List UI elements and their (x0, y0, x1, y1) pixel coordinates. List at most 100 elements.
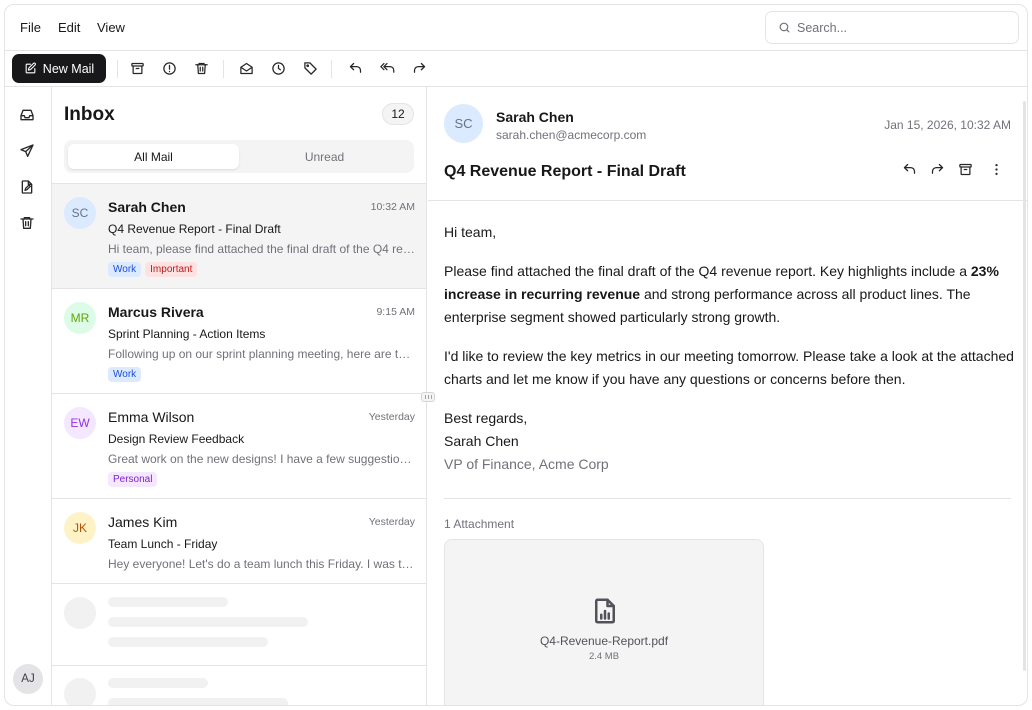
inbox-icon (20, 109, 34, 121)
forward-icon (413, 62, 425, 73)
scrollbar[interactable] (1023, 101, 1026, 671)
reading-pane: SC Sarah Chen sarah.chen@acmecorp.com Ja… (428, 87, 1027, 705)
tag-important: Important (145, 262, 198, 277)
nav-sent-button[interactable] (19, 143, 37, 161)
search-icon (778, 21, 791, 34)
tab-unread[interactable]: Unread (239, 144, 410, 169)
message-body: Hi team, Please find attached the final … (444, 221, 1014, 476)
file-chart-icon (590, 596, 620, 626)
message-subject: Q4 Revenue Report - Final Draft (108, 222, 281, 236)
tag-work: Work (108, 367, 142, 382)
filter-tabs: All Mail Unread (64, 140, 414, 173)
page-title: Inbox (64, 104, 115, 125)
skeleton-line (108, 698, 288, 705)
attachment-name: Q4-Revenue-Report.pdf (539, 634, 669, 648)
message-row[interactable]: SC Sarah Chen 10:32 AM Q4 Revenue Report… (52, 183, 426, 288)
message-preview: Great work on the new designs! I have a … (108, 452, 415, 466)
new-mail-label: New Mail (42, 61, 95, 76)
skeleton-line (108, 637, 268, 647)
message-preview: Hi team, please find attached the final … (108, 242, 415, 256)
clock-icon (271, 61, 285, 75)
more-vertical-icon (995, 164, 998, 175)
sender-name: Marcus Rivera (108, 304, 204, 320)
archive-icon (130, 62, 144, 74)
mail-open-icon (239, 62, 253, 74)
message-time: 10:32 AM (370, 201, 415, 213)
trash-icon (194, 62, 208, 74)
unread-count-badge: 12 (382, 103, 414, 125)
message-row[interactable]: MR Marcus Rivera 9:15 AM Sprint Planning… (52, 288, 426, 393)
nav-trash-button[interactable] (19, 215, 37, 233)
message-subject: Q4 Revenue Report - Final Draft (444, 163, 686, 180)
skeleton-avatar (64, 678, 96, 705)
search-box[interactable] (765, 11, 1019, 44)
toolbar-divider (117, 60, 118, 78)
archive-button[interactable] (127, 58, 147, 78)
loading-row (52, 583, 426, 663)
paragraph: Please find attached the final draft of … (444, 263, 999, 325)
avatar: MR (64, 302, 96, 334)
message-row[interactable]: EW Emma Wilson Yesterday Design Review F… (52, 393, 426, 498)
toolbar-divider (223, 60, 224, 78)
search-input[interactable] (797, 20, 997, 35)
nav-inbox-button[interactable] (19, 107, 37, 125)
avatar: SC (444, 104, 483, 143)
message-time: Yesterday (368, 516, 415, 528)
delete-button[interactable] (191, 58, 211, 78)
avatar: SC (64, 197, 96, 229)
nav-rail: AJ (5, 87, 52, 705)
reply-button[interactable] (902, 162, 920, 180)
alert-icon (162, 61, 176, 75)
menu-bar: File Edit View (5, 5, 1027, 51)
toolbar: New Mail (5, 51, 1027, 87)
signature: Best regards, Sarah Chen VP of Finance, … (444, 410, 609, 472)
menu-edit[interactable]: Edit (58, 20, 80, 35)
archive-icon (959, 163, 972, 176)
trash-icon (20, 217, 34, 229)
forward-button[interactable] (409, 58, 429, 78)
menu-file[interactable]: File (20, 20, 41, 35)
user-avatar[interactable]: AJ (13, 664, 43, 694)
message-time: Yesterday (368, 411, 415, 423)
reply-all-button[interactable] (377, 58, 397, 78)
new-mail-button[interactable]: New Mail (12, 54, 106, 83)
label-button[interactable] (300, 58, 320, 78)
mail-app: File Edit View New Mail (4, 4, 1028, 706)
skeleton-avatar (64, 597, 96, 629)
greeting: Hi team, (444, 224, 497, 240)
mark-read-button[interactable] (236, 58, 256, 78)
attachment-card[interactable]: Q4-Revenue-Report.pdf 2.4 MB (444, 539, 764, 705)
compose-icon (24, 62, 37, 75)
reply-all-icon (380, 62, 395, 73)
tab-all-mail[interactable]: All Mail (68, 144, 239, 169)
message-subject: Team Lunch - Friday (108, 537, 218, 551)
send-icon (20, 144, 34, 157)
message-date: Jan 15, 2026, 10:32 AM (884, 118, 1011, 132)
message-list: Inbox 12 All Mail Unread SC Sarah Chen 1… (52, 87, 427, 705)
sender-name: James Kim (108, 514, 178, 530)
forward-button[interactable] (930, 162, 948, 180)
more-options-button[interactable] (989, 162, 1007, 180)
sender-email: sarah.chen@acmecorp.com (496, 128, 647, 142)
tag-icon (303, 61, 317, 75)
skeleton-line (108, 617, 308, 627)
loading-row (52, 665, 426, 705)
menu-view[interactable]: View (97, 20, 125, 35)
toolbar-divider (331, 60, 332, 78)
nav-drafts-button[interactable] (19, 179, 37, 197)
snooze-button[interactable] (268, 58, 288, 78)
message-subject: Sprint Planning - Action Items (108, 327, 266, 341)
reply-icon (903, 163, 916, 174)
message-preview: Following up on our sprint planning meet… (108, 347, 415, 361)
tag-work: Work (108, 262, 142, 277)
divider (444, 498, 1011, 499)
report-spam-button[interactable] (159, 58, 179, 78)
message-preview: Hey everyone! Let's do a team lunch this… (108, 557, 415, 571)
archive-button[interactable] (958, 162, 976, 180)
paragraph: I'd like to review the key metrics in ou… (444, 348, 1014, 387)
attachment-count: 1 Attachment (444, 517, 515, 531)
draft-icon (21, 180, 33, 194)
avatar: JK (64, 512, 96, 544)
tag-personal: Personal (108, 472, 158, 487)
reply-button[interactable] (345, 58, 365, 78)
